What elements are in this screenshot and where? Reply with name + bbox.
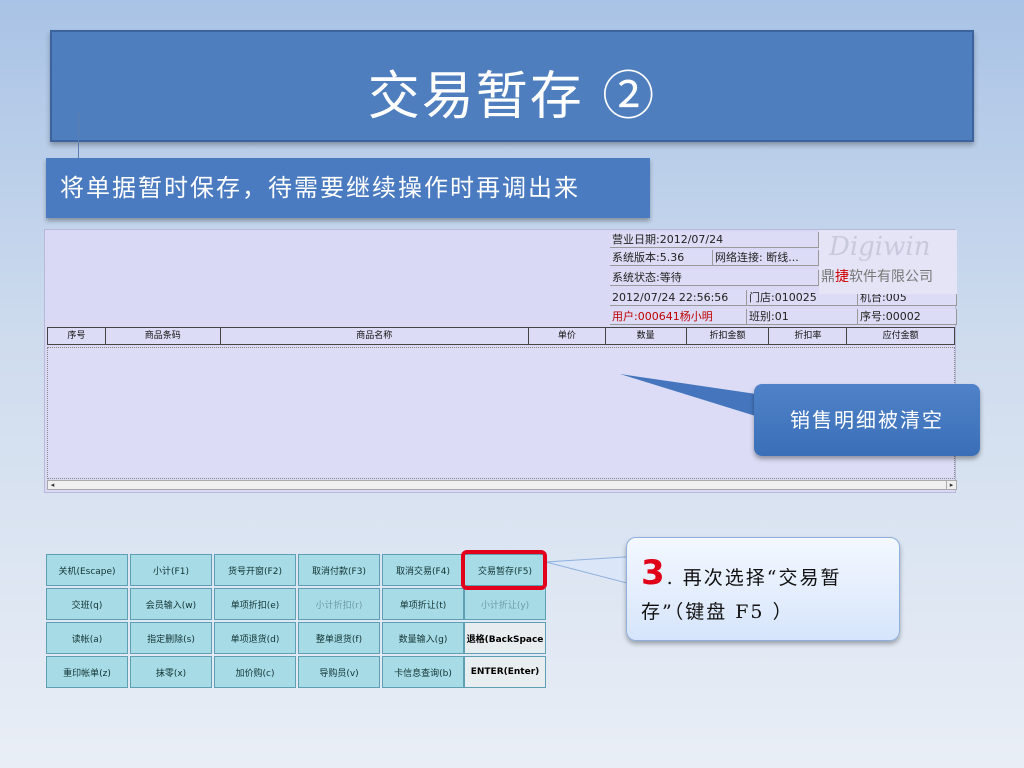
key-read-account[interactable]: 读帐(a) [46,622,128,654]
col-serial[interactable]: 序号 [48,328,106,344]
key-backspace[interactable]: 退格(BackSpace [464,622,546,654]
key-add-purchase[interactable]: 加价购(c) [214,656,296,688]
col-barcode[interactable]: 商品条码 [106,328,221,344]
key-shift-change[interactable]: 交班(q) [46,588,128,620]
key-round-off[interactable]: 抹零(x) [130,656,212,688]
key-member-input[interactable]: 会员输入(w) [130,588,212,620]
key-shutdown[interactable]: 关机(Escape) [46,554,128,586]
key-item-discount[interactable]: 单项折扣(e) [214,588,296,620]
company-logo: Digiwin 鼎捷软件有限公司 [819,230,957,294]
key-full-return[interactable]: 整单退货(f) [298,622,380,654]
shift-id: 班别:01 [747,309,858,325]
key-item-allowance[interactable]: 单项折让(t) [382,588,464,620]
step-three-callout: 3. 再次选择“交易暂存”（键盘 F5 ） [626,537,900,641]
key-enter[interactable]: ENTER(Enter) [464,656,546,688]
col-unit-price[interactable]: 单价 [529,328,606,344]
col-discount-rate[interactable]: 折扣率 [769,328,848,344]
current-datetime: 2012/07/24 22:56:56 [610,290,747,306]
horizontal-scrollbar[interactable]: ◂ ▸ [47,480,957,490]
logo-script-text: Digiwin [829,232,931,262]
system-version: 系统版本:5.36 [610,250,713,266]
suspend-key-highlight [461,550,547,590]
key-card-query[interactable]: 卡信息查询(b) [382,656,464,688]
key-subtotal-discount[interactable]: 小计折扣(r) [298,588,380,620]
col-amount-due[interactable]: 应付金额 [847,328,954,344]
col-product-name[interactable]: 商品名称 [221,328,529,344]
key-item-window[interactable]: 货号开窗(F2) [214,554,296,586]
key-subtotal[interactable]: 小计(F1) [130,554,212,586]
sales-grid-header: 序号 商品条码 商品名称 单价 数量 折扣金额 折扣率 应付金额 [47,327,955,345]
col-quantity[interactable]: 数量 [606,328,687,344]
key-cancel-payment[interactable]: 取消付款(F3) [298,554,380,586]
scroll-left-icon[interactable]: ◂ [48,481,57,489]
logo-name-pre: 鼎 [821,269,835,285]
network-status: 网络连接: 断线... [713,250,819,266]
title-connector-line [78,112,79,160]
slide-subtitle: 将单据暂时保存，待需要继续操作时再调出来 [46,158,650,218]
key-reprint-bill[interactable]: 重印帐单(z) [46,656,128,688]
key-salesperson[interactable]: 导购员(v) [298,656,380,688]
key-cancel-transaction[interactable]: 取消交易(F4) [382,554,464,586]
slide-title-box: 交易暂存 ② [50,30,974,142]
business-date: 营业日期:2012/07/24 [610,232,819,248]
scroll-right-icon[interactable]: ▸ [946,481,956,489]
key-delete-item[interactable]: 指定删除(s) [130,622,212,654]
col-discount-amount[interactable]: 折扣金额 [687,328,770,344]
system-status: 系统状态:等待 [610,270,819,286]
key-subtotal-allowance[interactable]: 小计折让(y) [464,588,546,620]
logo-name-post: 软件有限公司 [849,269,933,285]
serial-number: 序号:00002 [858,309,957,325]
sales-cleared-callout: 销售明细被清空 [754,384,980,456]
logo-company-name: 鼎捷软件有限公司 [821,266,933,286]
slide-title: 交易暂存 ② [367,67,657,127]
step-number: 3 [641,553,667,593]
user-id: 用户:000641杨小明 [610,309,747,325]
logo-name-highlight: 捷 [835,269,849,285]
key-quantity-input[interactable]: 数量输入(g) [382,622,464,654]
step-text: . 再次选择“交易暂存”（键盘 F5 ） [641,567,842,623]
key-item-return[interactable]: 单项退货(d) [214,622,296,654]
